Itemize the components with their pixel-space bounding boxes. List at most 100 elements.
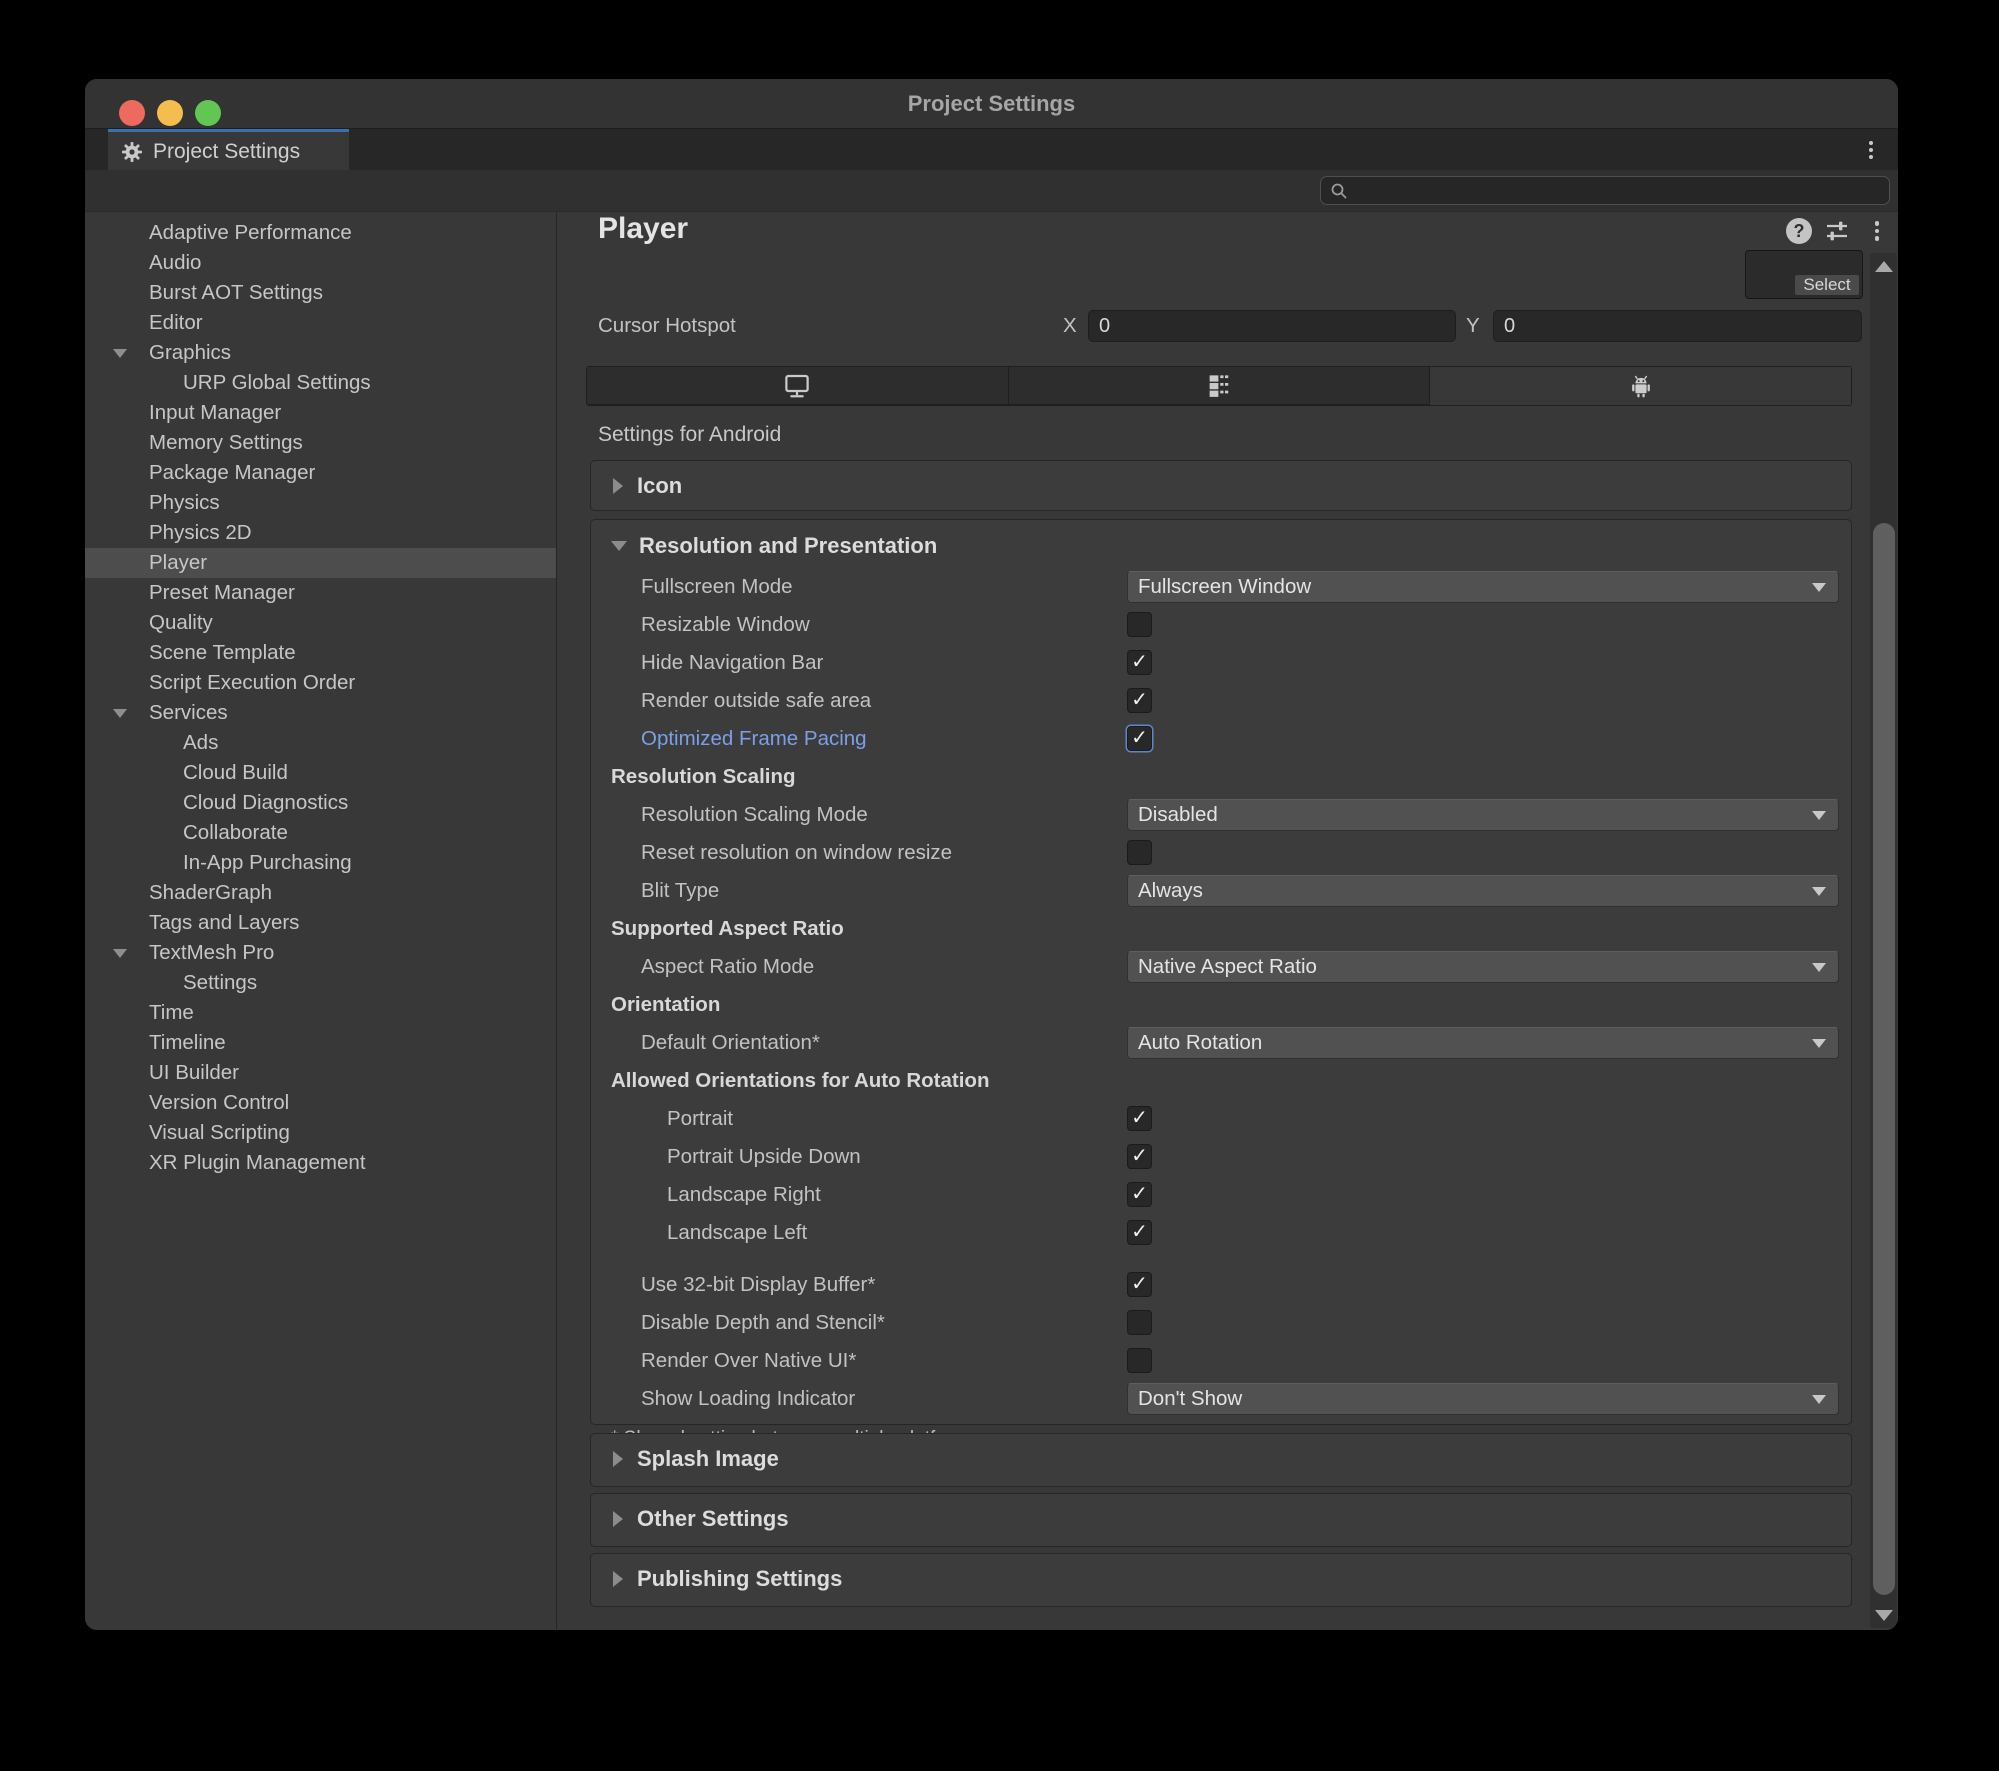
select-cursor-button[interactable]: Select (1794, 274, 1860, 296)
other-settings-foldout-header[interactable]: Other Settings (591, 1494, 1851, 1544)
scrollbar-thumb[interactable] (1872, 523, 1895, 1595)
sidebar-item-time[interactable]: Time (85, 998, 556, 1028)
hide-navigation-bar-label: Hide Navigation Bar (641, 651, 824, 674)
fullscreen-mode-dropdown[interactable]: Fullscreen Window (1127, 571, 1839, 603)
scroll-up-arrow-icon[interactable] (1870, 253, 1897, 279)
editor-tabbar: Project Settings (85, 128, 1898, 171)
icon-foldout-header[interactable]: Icon (591, 461, 1851, 511)
scroll-down-arrow-icon[interactable] (1870, 1602, 1897, 1628)
publishing-settings-foldout-header[interactable]: Publishing Settings (591, 1554, 1851, 1604)
aspect-ratio-mode-dropdown[interactable]: Native Aspect Ratio (1127, 951, 1839, 983)
landscape-right-checkbox[interactable] (1127, 1182, 1152, 1207)
row-optimized-frame-pacing: Optimized Frame Pacing (591, 720, 1851, 758)
landscape-left-checkbox[interactable] (1127, 1220, 1152, 1245)
sidebar-item-urp-global-settings[interactable]: URP Global Settings (85, 368, 556, 398)
sidebar-item-script-execution-order[interactable]: Script Execution Order (85, 668, 556, 698)
sidebar-item-quality[interactable]: Quality (85, 608, 556, 638)
sidebar-item-label: Settings (183, 971, 258, 994)
hotspot-y-field[interactable]: 0 (1493, 310, 1862, 342)
foldout-collapsed-arrow-icon (613, 1451, 623, 1467)
optimized-frame-pacing-label[interactable]: Optimized Frame Pacing (641, 720, 867, 758)
sidebar-item-input-manager[interactable]: Input Manager (85, 398, 556, 428)
sidebar-item-ads[interactable]: Ads (85, 728, 556, 758)
desktop-monitor-icon (782, 371, 812, 401)
blit-type-dropdown[interactable]: Always (1127, 875, 1839, 907)
sidebar-item-version-control[interactable]: Version Control (85, 1088, 556, 1118)
default-orientation-dropdown[interactable]: Auto Rotation (1127, 1027, 1839, 1059)
sidebar-item-in-app-purchasing[interactable]: In-App Purchasing (85, 848, 556, 878)
sidebar-item-label: Time (149, 1001, 194, 1024)
show-loading-indicator-dropdown[interactable]: Don't Show (1127, 1383, 1839, 1415)
row-landscape-left: Landscape Left (591, 1214, 1851, 1252)
portrait-upside-down-label: Portrait Upside Down (667, 1145, 861, 1168)
foldout-expanded-arrow-icon[interactable] (113, 709, 127, 718)
render-outside-safe-area-checkbox[interactable] (1127, 688, 1152, 713)
sidebar-item-settings[interactable]: Settings (85, 968, 556, 998)
portrait-upside-down-checkbox[interactable] (1127, 1144, 1152, 1169)
sidebar-item-ui-builder[interactable]: UI Builder (85, 1058, 556, 1088)
sidebar-item-player[interactable]: Player (85, 548, 556, 578)
platform-tab-desktop[interactable] (587, 367, 1009, 405)
sidebar-item-shadergraph[interactable]: ShaderGraph (85, 878, 556, 908)
sidebar-item-memory-settings[interactable]: Memory Settings (85, 428, 556, 458)
help-icon[interactable]: ? (1786, 218, 1812, 244)
render-over-native-ui-label: Render Over Native UI* (641, 1349, 857, 1372)
presets-icon[interactable] (1824, 218, 1850, 244)
search-input[interactable] (1355, 179, 1889, 202)
sidebar-item-editor[interactable]: Editor (85, 308, 556, 338)
sidebar-item-label: Player (149, 551, 208, 574)
row-aspect-ratio-mode: Aspect Ratio Mode Native Aspect Ratio (591, 948, 1851, 986)
panel-kebab-menu-icon[interactable] (1864, 218, 1890, 244)
window-titlebar[interactable]: Project Settings (85, 79, 1898, 128)
sidebar-item-label: Graphics (149, 341, 232, 364)
sidebar-item-cloud-diagnostics[interactable]: Cloud Diagnostics (85, 788, 556, 818)
sidebar-item-xr-plugin-management[interactable]: XR Plugin Management (85, 1148, 556, 1178)
splash-image-foldout-header[interactable]: Splash Image (591, 1434, 1851, 1484)
blit-type-label: Blit Type (641, 879, 720, 902)
sidebar-item-burst-aot-settings[interactable]: Burst AOT Settings (85, 278, 556, 308)
portrait-checkbox[interactable] (1127, 1106, 1152, 1131)
sidebar-item-services[interactable]: Services (85, 698, 556, 728)
sidebar-item-tags-and-layers[interactable]: Tags and Layers (85, 908, 556, 938)
sidebar-item-label: Audio (149, 251, 202, 274)
sidebar-item-textmesh-pro[interactable]: TextMesh Pro (85, 938, 556, 968)
sidebar-item-audio[interactable]: Audio (85, 248, 556, 278)
foldout-expanded-arrow-icon[interactable] (113, 949, 127, 958)
reset-resolution-on-window-resize-checkbox[interactable] (1127, 840, 1152, 865)
search-field[interactable] (1320, 176, 1890, 205)
sidebar-item-graphics[interactable]: Graphics (85, 338, 556, 368)
platform-tab-dedicated-server[interactable] (1008, 367, 1431, 405)
default-cursor-texture-well[interactable]: Select (1745, 250, 1863, 299)
tabbar-kebab-menu-icon[interactable] (1860, 138, 1882, 162)
disable-depth-and-stencil-checkbox[interactable] (1127, 1310, 1152, 1335)
resolution-scaling-mode-dropdown[interactable]: Disabled (1127, 799, 1839, 831)
sidebar-item-preset-manager[interactable]: Preset Manager (85, 578, 556, 608)
hide-navigation-bar-checkbox[interactable] (1127, 650, 1152, 675)
sidebar-item-scene-template[interactable]: Scene Template (85, 638, 556, 668)
sidebar-item-adaptive-performance[interactable]: Adaptive Performance (85, 218, 556, 248)
sidebar-item-label: Memory Settings (149, 431, 303, 454)
sidebar-item-cloud-build[interactable]: Cloud Build (85, 758, 556, 788)
use-32-bit-display-buffer-checkbox[interactable] (1127, 1272, 1152, 1297)
dropdown-caret-icon (1812, 811, 1826, 820)
optimized-frame-pacing-checkbox[interactable] (1127, 726, 1152, 751)
row-default-orientation: Default Orientation* Auto Rotation (591, 1024, 1851, 1062)
row-allowed-orientations-for-auto-rotation: Allowed Orientations for Auto Rotation (591, 1062, 1851, 1100)
sidebar-item-timeline[interactable]: Timeline (85, 1028, 556, 1058)
section-icon: Icon (590, 460, 1852, 511)
hotspot-x-field[interactable]: 0 (1088, 310, 1456, 342)
platform-tab-android[interactable] (1430, 367, 1851, 405)
sidebar-item-package-manager[interactable]: Package Manager (85, 458, 556, 488)
use-32-bit-display-buffer-label: Use 32-bit Display Buffer* (641, 1273, 876, 1296)
portrait-label: Portrait (667, 1107, 734, 1130)
vertical-scrollbar[interactable] (1870, 253, 1897, 1628)
foldout-expanded-arrow-icon[interactable] (113, 349, 127, 358)
render-over-native-ui-checkbox[interactable] (1127, 1348, 1152, 1373)
resizable-window-checkbox[interactable] (1127, 612, 1152, 637)
resolution-presentation-header[interactable]: Resolution and Presentation (591, 524, 1851, 568)
sidebar-item-physics[interactable]: Physics (85, 488, 556, 518)
sidebar-item-visual-scripting[interactable]: Visual Scripting (85, 1118, 556, 1148)
sidebar-item-physics-2d[interactable]: Physics 2D (85, 518, 556, 548)
sidebar-item-collaborate[interactable]: Collaborate (85, 818, 556, 848)
tab-project-settings[interactable]: Project Settings (108, 129, 349, 171)
